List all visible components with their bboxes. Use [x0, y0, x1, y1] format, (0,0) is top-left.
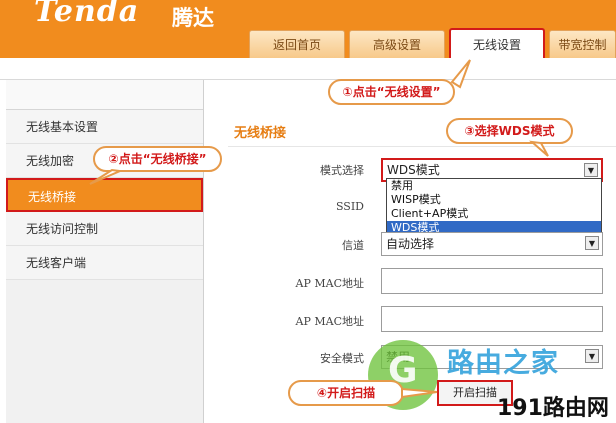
sidebar-item-wireless-bridge[interactable]: 无线桥接	[6, 178, 203, 212]
ap-mac-input-1[interactable]	[381, 268, 603, 294]
channel-select-value: 自动选择	[386, 237, 435, 251]
title-divider	[228, 146, 616, 147]
watermark-text-cn: 路由之家	[447, 348, 559, 379]
mode-option-wisp[interactable]: WISP模式	[387, 193, 601, 207]
sidebar-item-wireless-basic[interactable]: 无线基本设置	[6, 110, 203, 144]
chevron-down-icon[interactable]: ▼	[585, 236, 599, 250]
security-mode-label: 安全模式	[320, 352, 364, 365]
ap-mac-label-1: AP MAC地址	[295, 277, 364, 290]
brand-name-cn: 腾达	[172, 6, 214, 30]
channel-select[interactable]: 自动选择 ▼	[381, 232, 603, 256]
channel-label: 信道	[342, 239, 364, 252]
tab-advanced-settings[interactable]: 高级设置	[349, 30, 445, 58]
watermark-site-name: 191路由网	[497, 396, 609, 421]
mode-dropdown-list: 禁用 WISP模式 Client+AP模式 WDS模式	[386, 178, 602, 236]
ap-mac-input-2[interactable]	[381, 306, 603, 332]
tab-home[interactable]: 返回首页	[249, 30, 345, 58]
sidebar-item-wireless-clients[interactable]: 无线客户端	[6, 246, 203, 280]
ap-mac-label-2: AP MAC地址	[295, 315, 364, 328]
page-title: 无线桥接	[234, 126, 287, 141]
mode-option-client-ap[interactable]: Client+AP模式	[387, 207, 601, 221]
chevron-down-icon[interactable]: ▼	[585, 349, 599, 363]
chevron-down-icon[interactable]: ▼	[584, 163, 598, 177]
sidebar-header	[6, 80, 203, 110]
mode-select-value: WDS模式	[387, 163, 440, 177]
sidebar-item-access-control[interactable]: 无线访问控制	[6, 212, 203, 246]
callout-step1: ①点击“无线设置”	[328, 79, 455, 105]
tab-bandwidth-control[interactable]: 带宽控制	[549, 30, 616, 58]
ssid-label: SSID	[335, 200, 364, 213]
tenda-logo: Tenda	[34, 0, 140, 29]
tab-wireless-settings[interactable]: 无线设置	[449, 28, 545, 60]
callout-step4: ④开启扫描	[288, 380, 404, 406]
callout-step3: ③选择WDS模式	[446, 118, 573, 144]
header-bar: Tenda 腾达 返回首页 高级设置 无线设置 带宽控制	[0, 0, 616, 60]
mode-option-disabled[interactable]: 禁用	[387, 179, 601, 193]
mode-label: 模式选择	[320, 164, 364, 177]
sub-bar	[0, 58, 616, 80]
sidebar: 无线基本设置 无线加密 无线桥接 无线访问控制 无线客户端	[6, 80, 204, 423]
screenshot-root: Tenda 腾达 返回首页 高级设置 无线设置 带宽控制 无线基本设置 无线加密…	[0, 0, 616, 423]
callout-step2: ②点击“无线桥接”	[93, 146, 222, 172]
